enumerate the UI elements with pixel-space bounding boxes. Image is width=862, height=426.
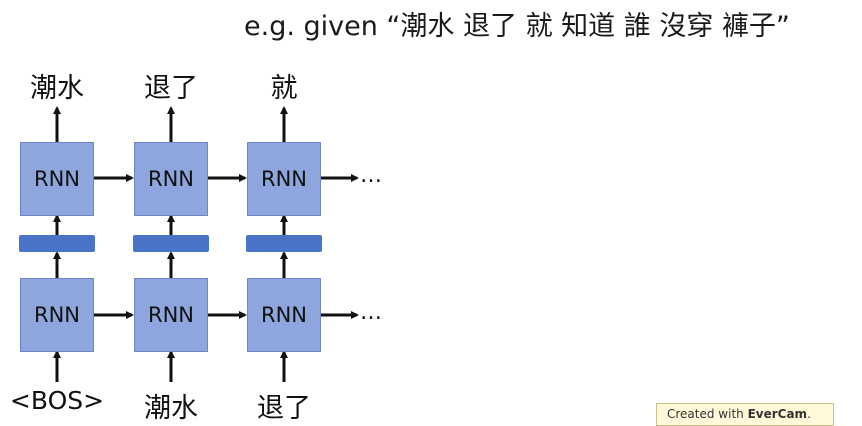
- continuation-upper: …: [360, 163, 382, 188]
- rnn-upper-2: RNN: [134, 142, 208, 216]
- evercam-watermark: Created with EverCam.: [656, 403, 834, 426]
- watermark-brand: EverCam: [747, 407, 808, 421]
- input-word-3: 退了: [257, 393, 311, 424]
- rnn-lower-3: RNN: [247, 278, 321, 352]
- watermark-suffix: .: [807, 407, 811, 421]
- rnn-upper-3: RNN: [247, 142, 321, 216]
- arrows-layer: [53, 106, 359, 382]
- hidden-bar-1: [19, 235, 95, 252]
- continuation-lower: …: [360, 300, 382, 325]
- hidden-bar-3: [246, 235, 322, 252]
- rnn-upper-1: RNN: [20, 142, 94, 216]
- input-word-1: <BOS>: [9, 386, 105, 415]
- input-word-2: 潮水: [144, 393, 198, 424]
- hidden-bar-2: [133, 235, 209, 252]
- rnn-diagram: e.g. given “潮水 退了 就 知道 誰 沒穿 褲子” 潮水 退了 就: [0, 0, 862, 426]
- rnn-lower-1: RNN: [20, 278, 94, 352]
- rnn-lower-2: RNN: [134, 278, 208, 352]
- watermark-prefix: Created with: [667, 407, 748, 421]
